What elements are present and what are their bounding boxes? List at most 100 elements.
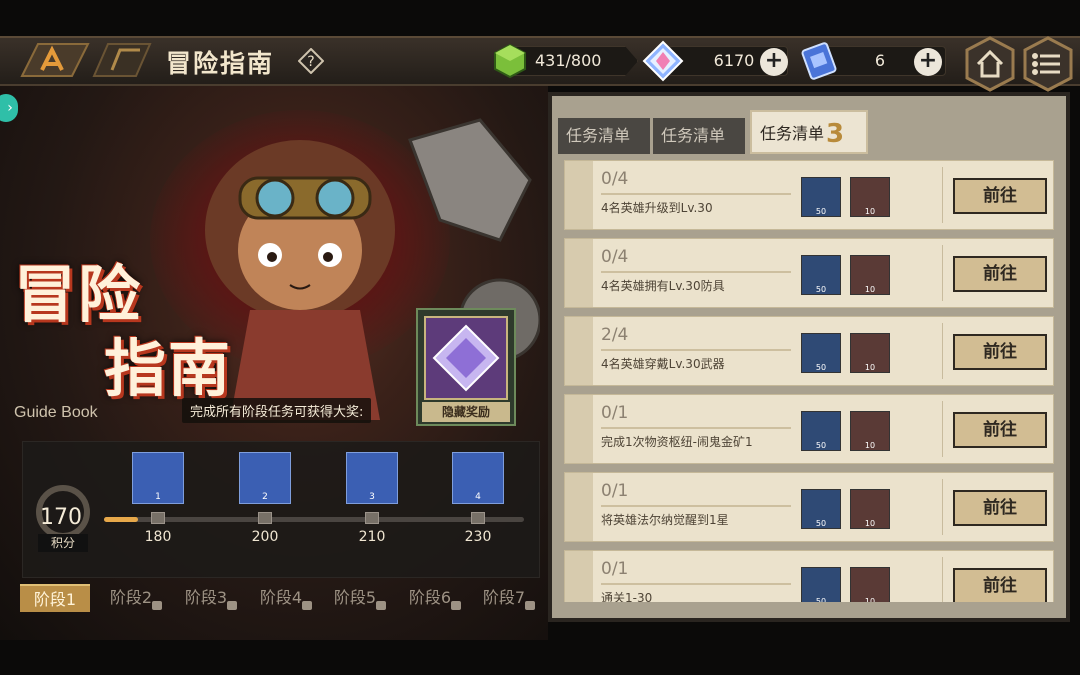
menu-button[interactable]	[1022, 36, 1074, 92]
go-button[interactable]: 前往	[953, 412, 1047, 448]
crystal-reward-icon[interactable]: 50	[801, 567, 841, 602]
milestone-reward[interactable]: 1 180	[132, 452, 184, 545]
task-description: 4名英雄升级到Lv.30	[601, 201, 713, 215]
task-row: 0/4 4名英雄升级到Lv.30 50 10 前往	[564, 160, 1054, 230]
task-description: 4名英雄拥有Lv.30防具	[601, 279, 725, 293]
task-separator	[942, 479, 943, 535]
milestone-marker	[151, 512, 165, 524]
task-progress: 0/1	[601, 403, 629, 423]
guide-book-label: Guide Book	[14, 404, 98, 421]
tab-task-list-3[interactable]: 任务清单3	[750, 110, 868, 154]
task-row: 2/4 4名英雄穿戴Lv.30武器 50 10 前往	[564, 316, 1054, 386]
tab-stage-7[interactable]: 阶段7	[469, 584, 539, 612]
task-progress: 0/1	[601, 481, 629, 501]
crystal-reward-icon[interactable]: 50	[801, 489, 841, 529]
points-value: 170	[40, 505, 82, 530]
lock-icon	[376, 601, 386, 610]
summon-ticket-icon: 1	[132, 452, 184, 504]
grand-prize-caption: 完成所有阶段任务可获得大奖:	[182, 398, 372, 423]
task-description: 完成1次物资枢纽-闹鬼金矿1	[601, 435, 753, 449]
task-row: 0/1 完成1次物资枢纽-闹鬼金矿1 50 10 前往	[564, 394, 1054, 464]
crystal-reward-icon[interactable]: 50	[801, 411, 841, 451]
task-description: 4名英雄穿戴Lv.30武器	[601, 357, 725, 371]
stamina-cube-icon	[494, 43, 526, 79]
task-list[interactable]: 0/4 4名英雄升级到Lv.30 50 10 前往 0/4 4名英雄拥有Lv.3…	[560, 154, 1060, 602]
task-row: 0/4 4名英雄拥有Lv.30防具 50 10 前往	[564, 238, 1054, 308]
lock-icon	[302, 601, 312, 610]
milestone-reward[interactable]: 4 230	[452, 452, 504, 545]
points-label: 积分	[38, 534, 88, 552]
crystal-icon	[642, 40, 684, 82]
material-reward-icon[interactable]: 10	[850, 255, 890, 295]
grand-prize-card[interactable]: 隐藏奖励	[416, 308, 516, 426]
milestone-marker	[258, 512, 272, 524]
add-ticket-button[interactable]: +	[914, 48, 942, 76]
menu-icon	[1032, 53, 1060, 75]
task-progress: 2/4	[601, 325, 629, 345]
home-button[interactable]	[964, 36, 1016, 92]
milestone-points: 200	[251, 529, 279, 545]
banner-title-line-2: 指南	[104, 332, 233, 405]
tab-stage-1[interactable]: 阶段1	[20, 584, 90, 612]
task-side-strip	[565, 239, 593, 307]
task-divider	[601, 583, 791, 585]
tab-stage-5[interactable]: 阶段5	[320, 584, 390, 612]
crystal-reward-icon[interactable]: 50	[801, 255, 841, 295]
add-crystal-button[interactable]: +	[760, 48, 788, 76]
go-button[interactable]: 前往	[953, 490, 1047, 526]
summon-ticket-icon: 3	[346, 452, 398, 504]
summon-ticket-icon: 2	[239, 452, 291, 504]
progress-fill	[104, 517, 138, 522]
tab-task-list-2[interactable]: 任务清单2	[653, 118, 745, 187]
task-progress: 0/4	[601, 247, 629, 267]
game-logo-mark-icon	[92, 43, 152, 77]
tab-task-list-1[interactable]: 任务清单1	[558, 118, 650, 187]
go-button[interactable]: 前往	[953, 568, 1047, 602]
progress-track	[104, 517, 524, 522]
milestone-reward[interactable]: 2 200	[239, 452, 291, 545]
task-side-strip	[565, 161, 593, 229]
milestone-marker	[365, 512, 379, 524]
task-divider	[601, 349, 791, 351]
material-reward-icon[interactable]: 10	[850, 177, 890, 217]
milestone-marker	[471, 512, 485, 524]
task-side-strip	[565, 473, 593, 541]
tab-stage-4[interactable]: 阶段4	[246, 584, 316, 612]
task-side-strip	[565, 551, 593, 602]
task-separator	[942, 245, 943, 301]
tab-stage-3[interactable]: 阶段3	[171, 584, 241, 612]
milestone-points: 230	[464, 529, 492, 545]
task-side-strip	[565, 395, 593, 463]
task-divider	[601, 193, 791, 195]
lock-icon	[227, 601, 237, 610]
tab-stage-2[interactable]: 阶段2	[96, 584, 166, 612]
material-reward-icon[interactable]: 10	[850, 411, 890, 451]
task-separator	[942, 167, 943, 223]
page-title: 冒险指南	[166, 49, 275, 78]
grand-prize-crystal-icon	[424, 316, 508, 400]
go-button[interactable]: 前往	[953, 256, 1047, 292]
milestone-points: 210	[358, 529, 386, 545]
task-row: 0/1 通关1-30 50 10 前往	[564, 550, 1054, 602]
summon-ticket-icon	[801, 42, 837, 80]
crystal-reward-icon[interactable]: 50	[801, 177, 841, 217]
lock-icon	[152, 601, 162, 610]
summon-ticket-icon: 4	[452, 452, 504, 504]
go-button[interactable]: 前往	[953, 334, 1047, 370]
go-button[interactable]: 前往	[953, 178, 1047, 214]
task-separator	[942, 557, 943, 602]
tab-stage-6[interactable]: 阶段6	[395, 584, 465, 612]
task-separator	[942, 401, 943, 457]
task-separator	[942, 323, 943, 379]
question-icon[interactable]: ?	[298, 48, 324, 74]
milestone-reward[interactable]: 3 210	[346, 452, 398, 545]
lock-icon	[451, 601, 461, 610]
material-reward-icon[interactable]: 10	[850, 333, 890, 373]
material-reward-icon[interactable]: 10	[850, 567, 890, 602]
crystal-reward-icon[interactable]: 50	[801, 333, 841, 373]
task-row: 0/1 将英雄法尔纳觉醒到1星 50 10 前往	[564, 472, 1054, 542]
task-divider	[601, 427, 791, 429]
material-reward-icon[interactable]: 10	[850, 489, 890, 529]
task-description: 将英雄法尔纳觉醒到1星	[601, 513, 729, 527]
lock-icon	[525, 601, 535, 610]
